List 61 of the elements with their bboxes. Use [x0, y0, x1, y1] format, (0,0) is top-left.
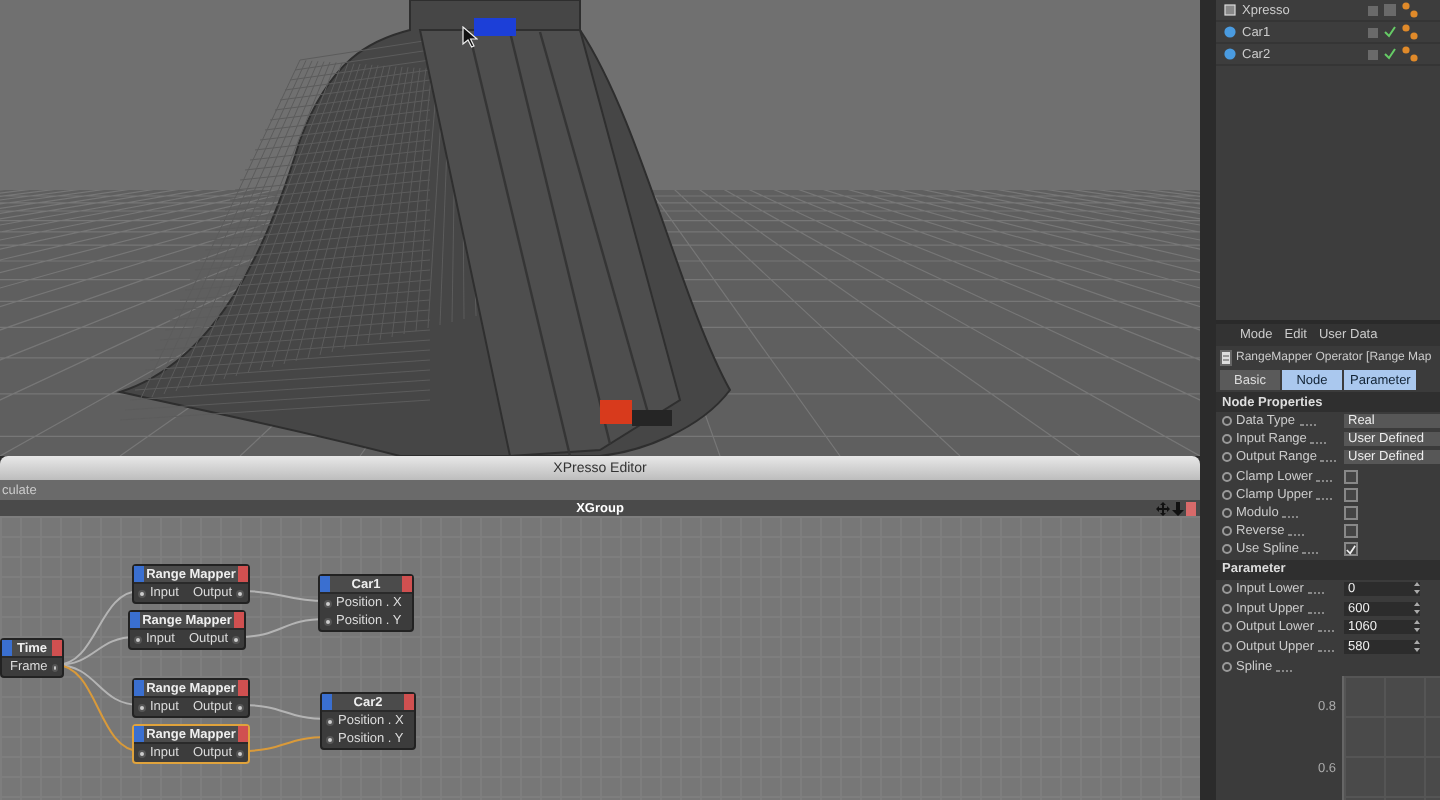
tag-icon[interactable]	[1402, 2, 1418, 18]
leader-line	[1310, 442, 1327, 445]
node-marker-icon	[238, 680, 248, 696]
leader-line	[1307, 591, 1324, 594]
port-icon[interactable]	[232, 635, 240, 643]
port-icon[interactable]	[51, 663, 58, 671]
spinner-icon[interactable]	[1414, 620, 1420, 633]
port-icon[interactable]	[236, 703, 244, 711]
port-icon[interactable]	[324, 617, 332, 625]
leader-line	[1302, 552, 1319, 555]
leader-line	[1299, 424, 1316, 427]
node-marker-icon	[52, 640, 62, 656]
port-icon[interactable]	[326, 735, 334, 743]
spinner-icon[interactable]	[1414, 601, 1420, 614]
spinner-icon[interactable]	[1414, 640, 1420, 653]
tag-icon[interactable]	[1402, 46, 1418, 62]
node-icon	[1224, 4, 1236, 16]
close-icon[interactable]	[1186, 501, 1196, 515]
node-marker-icon	[130, 612, 140, 628]
leader-line	[1316, 479, 1333, 482]
port-icon[interactable]	[138, 749, 146, 757]
layer-square-icon[interactable]	[1368, 27, 1378, 37]
node-marker-icon	[134, 680, 144, 696]
checkbox[interactable]	[1344, 506, 1358, 521]
node-marker-icon	[238, 566, 248, 582]
node-marker-icon	[402, 576, 412, 592]
leader-line	[1288, 534, 1305, 537]
layer-square-icon[interactable]	[1368, 49, 1378, 59]
port-icon[interactable]	[236, 749, 244, 757]
node-marker-icon	[2, 640, 12, 656]
leader-line	[1320, 460, 1337, 463]
checkbox[interactable]	[1344, 542, 1358, 557]
document-icon	[1220, 350, 1232, 366]
node-marker-icon	[404, 694, 414, 710]
spinner-icon[interactable]	[1414, 581, 1420, 594]
port-icon[interactable]	[138, 703, 146, 711]
leader-line	[1276, 670, 1293, 673]
port-icon[interactable]	[134, 635, 142, 643]
leader-line	[1318, 630, 1335, 633]
leader-line	[1307, 611, 1324, 614]
checkbox[interactable]	[1344, 487, 1358, 502]
node-marker-icon	[134, 566, 144, 582]
port-icon[interactable]	[236, 589, 244, 597]
cursor-icon	[462, 26, 478, 48]
port-icon[interactable]	[324, 599, 332, 607]
tag-icon[interactable]	[1402, 24, 1418, 40]
leader-line	[1318, 650, 1335, 653]
node-marker-icon	[322, 694, 332, 710]
checkbox[interactable]	[1344, 524, 1358, 539]
node-marker-icon	[134, 726, 144, 742]
node-marker-icon	[320, 576, 330, 592]
leader-line	[1316, 497, 1333, 500]
leader-line	[1282, 516, 1299, 519]
node-marker-icon	[234, 612, 244, 628]
port-icon[interactable]	[326, 717, 334, 725]
node-marker-icon	[238, 726, 248, 742]
checkbox[interactable]	[1344, 469, 1358, 484]
arrow-down-icon[interactable]	[1172, 501, 1184, 515]
layer-square-icon[interactable]	[1368, 5, 1378, 15]
port-icon[interactable]	[138, 589, 146, 597]
move-icon[interactable]	[1156, 501, 1170, 515]
